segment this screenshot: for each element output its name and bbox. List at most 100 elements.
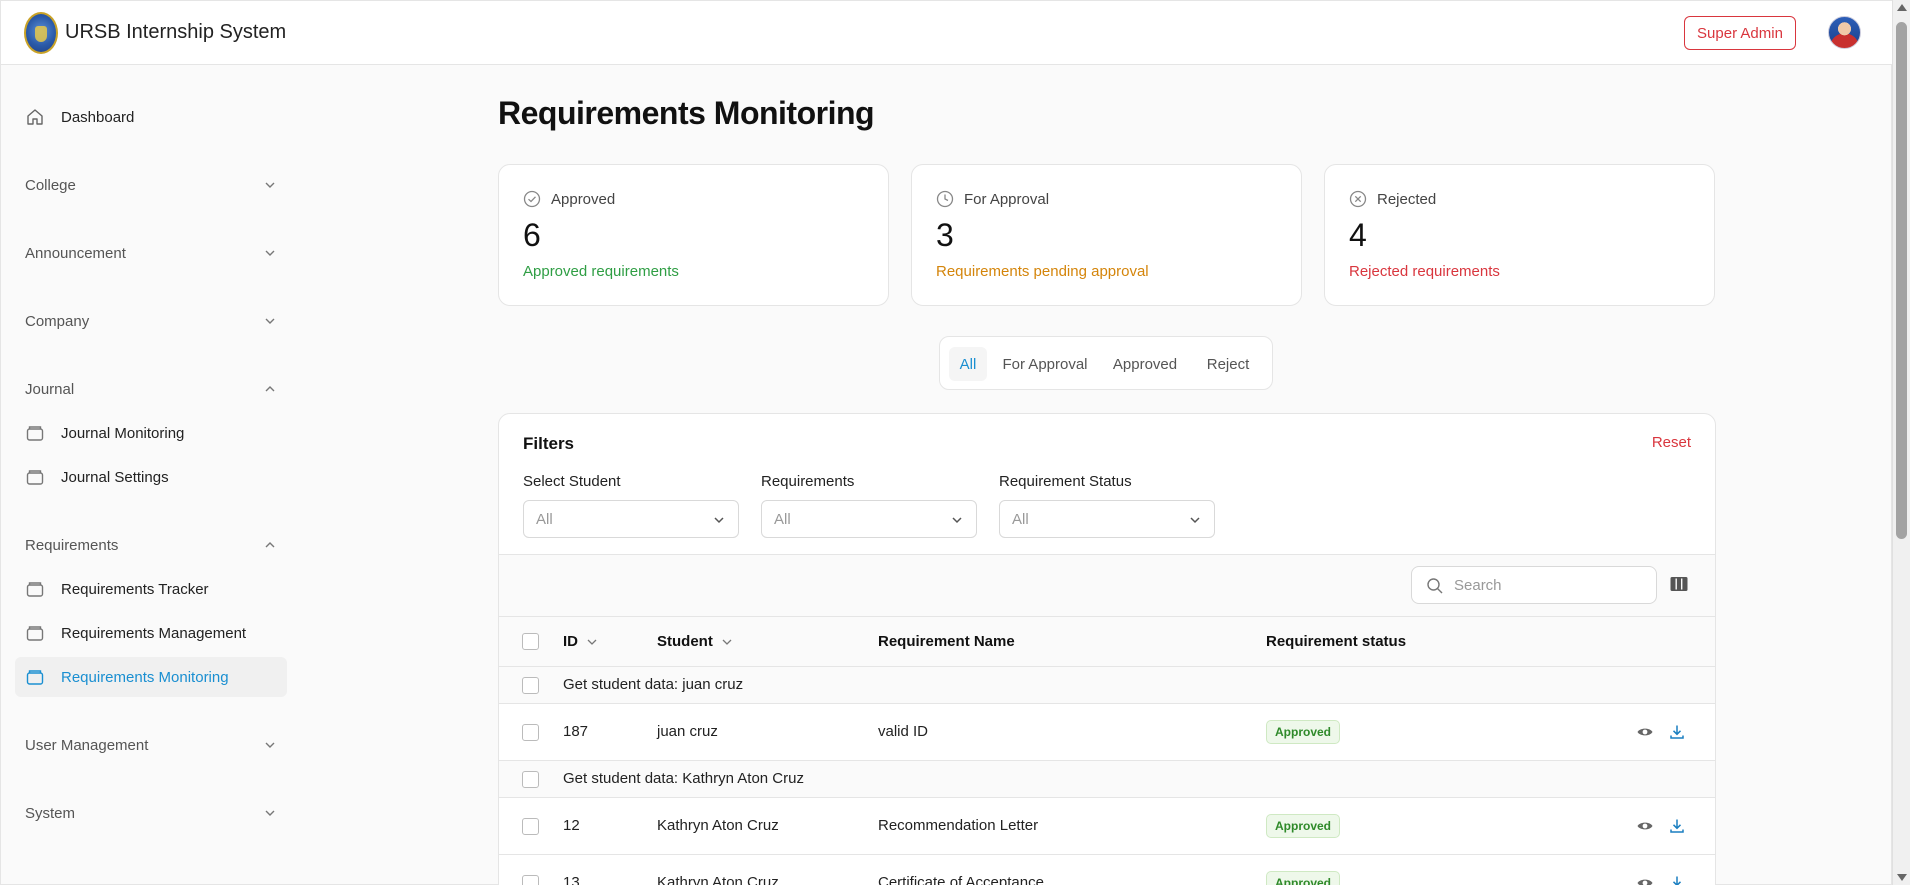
sidebar-group-label: Announcement [25,244,126,262]
download-icon[interactable] [1668,723,1686,741]
chevron-down-icon [265,742,275,748]
download-icon[interactable] [1668,874,1686,885]
chevron-up-icon [265,386,275,392]
ursb-logo [24,12,58,54]
select-all-checkbox[interactable] [522,633,539,650]
search-input[interactable]: Search [1411,566,1657,604]
chevron-down-icon [714,517,724,524]
stat-value: 4 [1349,217,1367,253]
eye-icon[interactable] [1636,723,1654,741]
sidebar-item-requirements-tracker[interactable]: Requirements Tracker [15,569,287,609]
sidebar-item-label: Requirements Tracker [61,580,209,598]
table-row: 13 Kathryn Aton Cruz Certificate of Acce… [499,854,1715,885]
columns-icon[interactable] [1669,574,1689,594]
sidebar-group-label: System [25,804,76,822]
select-value: All [774,511,791,528]
stat-card-for-approval: For Approval 3 Requirements pending appr… [911,164,1302,306]
reset-button[interactable]: Reset [1652,434,1691,451]
status-badge: Approved [1266,871,1341,885]
page-title: Requirements Monitoring [498,95,875,131]
clock-icon [936,190,954,208]
sidebar-group-label: Company [25,312,90,330]
search-placeholder: Search [1454,577,1502,594]
page-scrollbar[interactable] [1892,0,1910,885]
folder-icon [26,470,44,485]
row-checkbox[interactable] [522,818,539,835]
sidebar-group-user-management[interactable]: User Management [25,730,277,760]
row-checkbox[interactable] [522,724,539,741]
sidebar-group-journal[interactable]: Journal [25,374,277,404]
scroll-thumb[interactable] [1896,22,1907,539]
avatar[interactable] [1828,16,1861,49]
download-icon[interactable] [1668,817,1686,835]
header-id[interactable]: ID [563,633,598,650]
row-checkbox[interactable] [522,677,539,694]
top-header: URSB Internship System Super Admin [1,1,1893,65]
chevron-down-icon [265,810,275,816]
sidebar-group-requirements[interactable]: Requirements [25,530,277,560]
sidebar-group-label: Requirements [25,536,119,554]
sidebar: Dashboard College Announcement Company J… [1,66,291,885]
select-student-label: Select Student [523,473,621,490]
table-row: 187 juan cruz valid ID Approved [499,703,1715,760]
chevron-up-icon [265,542,275,548]
stat-value: 3 [936,217,954,253]
sidebar-item-label: Requirements Management [61,624,247,642]
sidebar-item-journal-monitoring[interactable]: Journal Monitoring [15,413,287,453]
stat-value: 6 [523,217,541,253]
cell-student: juan cruz [657,723,718,740]
eye-icon[interactable] [1636,874,1654,885]
sidebar-item-requirements-monitoring[interactable]: Requirements Monitoring [15,657,287,697]
header-requirement-status: Requirement status [1266,633,1407,650]
sidebar-item-label: Requirements Monitoring [61,668,229,686]
requirement-status-dropdown[interactable]: All [999,500,1215,538]
folder-icon [26,670,44,685]
stat-label: For Approval [964,191,1050,208]
stat-card-approved: Approved 6 Approved requirements [498,164,889,306]
requirements-label: Requirements [761,473,855,490]
cell-requirement: Certificate of Acceptance [878,874,1044,885]
chevron-down-icon [587,639,597,645]
row-checkbox[interactable] [522,875,539,885]
cell-id: 13 [563,874,580,885]
eye-icon[interactable] [1636,817,1654,835]
row-checkbox[interactable] [522,771,539,788]
sidebar-group-college[interactable]: College [25,170,277,200]
status-badge: Approved [1266,814,1341,838]
home-icon [27,109,43,125]
status-tabs: All For Approval Approved Reject [939,336,1273,390]
chevron-down-icon [722,639,732,645]
select-student-dropdown[interactable]: All [523,500,739,538]
requirements-dropdown[interactable]: All [761,500,977,538]
chevron-down-icon [265,250,275,256]
table-toolbar: Search [499,554,1715,616]
group-title: Get student data: juan cruz [563,676,744,693]
app-title: URSB Internship System [65,21,287,43]
sidebar-group-system[interactable]: System [25,798,277,828]
x-circle-icon [1349,190,1367,208]
scroll-up-arrow[interactable] [1897,4,1907,11]
sidebar-item-requirements-management[interactable]: Requirements Management [15,613,287,653]
table-group-row: Get student data: juan cruz [499,666,1715,703]
header-student[interactable]: Student [657,633,733,650]
sidebar-group-label: College [25,176,76,194]
sidebar-group-company[interactable]: Company [25,306,277,336]
tab-approved[interactable]: Approved [1105,347,1185,381]
folder-icon [26,426,44,441]
sidebar-group-announcement[interactable]: Announcement [25,238,277,268]
tab-reject[interactable]: Reject [1195,347,1261,381]
cell-id: 12 [563,817,580,834]
scroll-down-arrow[interactable] [1897,874,1907,881]
sidebar-group-label: User Management [25,736,149,754]
stat-description: Approved requirements [523,263,679,280]
folder-icon [26,626,44,641]
tab-all[interactable]: All [949,347,987,381]
stat-label: Approved [551,191,616,208]
check-circle-icon [523,190,541,208]
tab-for-approval[interactable]: For Approval [995,347,1095,381]
cell-id: 187 [563,723,589,740]
role-button[interactable]: Super Admin [1684,16,1796,50]
sidebar-item-journal-settings[interactable]: Journal Settings [15,457,287,497]
filters-title: Filters [523,434,575,453]
sidebar-item-dashboard[interactable]: Dashboard [15,97,287,137]
